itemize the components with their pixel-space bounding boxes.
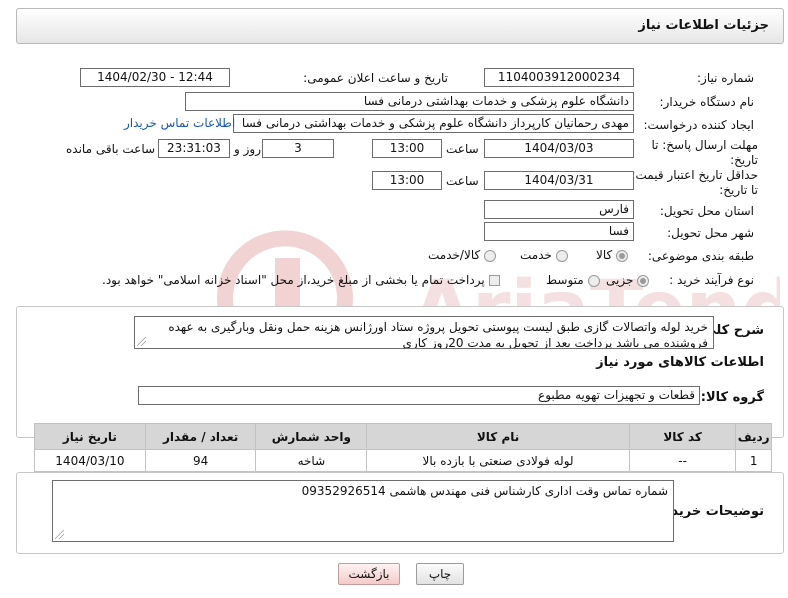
need-number-field[interactable]: 1104003912000234 <box>484 68 634 87</box>
process-option-minor[interactable]: جزیی <box>606 273 650 287</box>
goods-table: ردیف کد کالا نام کالا واحد شمارش تعداد /… <box>34 423 772 472</box>
creator-label: ایجاد کننده درخواست: <box>643 118 754 132</box>
col-row-number: ردیف <box>735 423 772 450</box>
col-goods-name: نام کالا <box>366 423 630 450</box>
province-field[interactable]: فارس <box>484 200 634 219</box>
goods-group-field[interactable]: قطعات و تجهیزات تهویه مطبوع <box>138 386 700 405</box>
buyer-notes-textarea[interactable]: شماره تماس وقت اداری کارشناس فنی مهندس ه… <box>52 480 674 542</box>
cell-need-date: 1404/03/10 <box>34 449 146 472</box>
need-number-label: شماره نیاز: <box>697 71 754 85</box>
reply-time-field[interactable]: 13:00 <box>372 139 442 158</box>
cell-row-number: 1 <box>735 449 772 472</box>
details-header: جزئیات اطلاعات نیاز <box>16 8 784 44</box>
goods-table-header: ردیف کد کالا نام کالا واحد شمارش تعداد /… <box>34 423 772 450</box>
page-title: جزئیات اطلاعات نیاز <box>638 18 769 33</box>
validity-time-label: ساعت <box>446 174 479 188</box>
col-quantity: تعداد / مقدار <box>144 423 257 450</box>
goods-group-label: گروه کالا: <box>700 390 764 405</box>
days-remaining-field[interactable]: 3 <box>262 139 334 158</box>
city-field[interactable]: فسا <box>484 222 634 241</box>
buyer-contact-link[interactable]: اطلاعات تماس خریدار <box>124 116 235 130</box>
description-textarea[interactable]: خرید لوله واتصالات گازی طبق لیست پیوستی … <box>134 316 714 349</box>
validity-time-field[interactable]: 13:00 <box>372 171 442 190</box>
city-label: شهر محل تحویل: <box>667 226 754 240</box>
buyer-notes-text: شماره تماس وقت اداری کارشناس فنی مهندس ه… <box>301 484 668 498</box>
back-button[interactable]: بازگشت <box>338 563 400 585</box>
buyer-org-field[interactable]: دانشگاه علوم پزشکی و خدمات بهداشتی درمان… <box>185 92 634 111</box>
reply-time-label: ساعت <box>446 142 479 156</box>
remaining-time-label: ساعت باقی مانده <box>66 142 156 156</box>
print-button[interactable]: چاپ <box>416 563 464 585</box>
buyer-org-label: نام دستگاه خریدار: <box>659 95 755 109</box>
goods-section-title: اطلاعات کالاهای مورد نیاز <box>596 355 764 370</box>
cell-goods-name: لوله فولادی صنعتی با بازده بالا <box>366 449 630 472</box>
radio-icon <box>484 249 497 262</box>
cell-quantity: 94 <box>144 449 257 472</box>
table-row[interactable]: 1 -- لوله فولادی صنعتی با بازده بالا شاخ… <box>34 449 772 472</box>
creator-field[interactable]: مهدی رحمانیان کارپرداز دانشگاه علوم پزشک… <box>233 114 634 133</box>
radio-icon <box>555 249 568 262</box>
cell-unit: شاخه <box>255 449 368 472</box>
reply-date-field[interactable]: 1404/03/03 <box>484 139 634 158</box>
purchase-process-label: نوع فرآیند خرید : <box>669 273 754 287</box>
category-option-goods-service[interactable]: کالا/خدمت <box>428 248 497 262</box>
resize-grip-icon[interactable] <box>137 337 146 346</box>
radio-selected-icon <box>616 249 629 262</box>
days-label: روز و <box>234 142 261 156</box>
col-goods-code: کد کالا <box>628 423 737 450</box>
validity-date-field[interactable]: 1404/03/31 <box>484 171 634 190</box>
description-text: خرید لوله واتصالات گازی طبق لیست پیوستی … <box>168 320 708 349</box>
category-label: طبقه بندی موضوعی: <box>647 249 754 263</box>
cell-goods-code: -- <box>628 449 737 472</box>
reply-deadline-label: مهلت ارسال پاسخ: تا تاریخ: <box>651 138 758 167</box>
remaining-time-field[interactable]: 23:31:03 <box>158 139 230 158</box>
price-validity-label: حداقل تاریخ اعتبار قیمت: تا تاریخ: <box>631 168 758 197</box>
checkbox-icon <box>488 275 500 286</box>
resize-grip-icon[interactable] <box>55 530 64 539</box>
col-need-date: تاریخ نیاز <box>34 423 146 450</box>
treasury-payment-option[interactable]: پرداخت تمام یا بخشی از مبلغ خرید،از محل … <box>102 273 500 287</box>
announce-datetime-label: تاریخ و ساعت اعلان عمومی: <box>303 71 448 85</box>
category-option-goods[interactable]: کالا <box>596 248 629 262</box>
process-option-medium[interactable]: متوسط <box>546 273 600 287</box>
announce-datetime-field[interactable]: 1404/02/30 - 12:44 <box>80 68 230 87</box>
radio-icon <box>587 274 600 287</box>
radio-selected-icon <box>637 274 650 287</box>
category-option-service[interactable]: خدمت <box>520 248 568 262</box>
col-unit: واحد شمارش <box>255 423 368 450</box>
province-label: استان محل تحویل: <box>659 204 754 218</box>
